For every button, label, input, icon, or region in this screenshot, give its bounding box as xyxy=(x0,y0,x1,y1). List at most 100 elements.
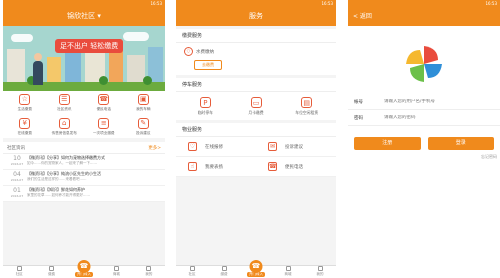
news-list: 10 2016-07 【微资讯】【分享】如何为宠物选择缴费方式 如今……你的宠物家人… xyxy=(3,154,165,202)
feature-grid: ☆ 生活缴费 ☰ 社区资讯 ☎ 便民电话 ▣ 我的车辆 ¥ 在线缴费 ⌂ 传售房信息发布 ≡… xyxy=(3,91,165,138)
property-label: 投诉建议 xyxy=(285,144,303,150)
grid-item-news[interactable]: ☰ 社区资讯 xyxy=(45,94,85,112)
account-input[interactable] xyxy=(384,99,484,104)
register-button[interactable]: 注册 xyxy=(354,137,421,150)
news-date: 10 2016-07 xyxy=(7,155,27,168)
property-label: 我要表扬 xyxy=(205,164,223,170)
tab-open-door[interactable]: ☎ 开门转入 xyxy=(68,260,100,278)
list-item[interactable]: 01 2016-07 【微资讯】【知识】鲜花如何养护 家里的花草……如何养才能开得更… xyxy=(3,186,165,202)
tree-shape xyxy=(143,76,152,85)
person-illustration xyxy=(33,53,43,85)
list-item[interactable]: 10 2016-07 【微资讯】【分享】如何为宠物选择缴费方式 如今……你的宠物家人… xyxy=(3,154,165,170)
tab-label: 我的 xyxy=(145,272,153,276)
house-icon: ⌂ xyxy=(58,118,70,129)
parking-item-monthly[interactable]: ▭ 月卡缴费 xyxy=(231,97,282,116)
tab-label: 商城 xyxy=(112,272,120,276)
news-day: 01 xyxy=(13,187,21,194)
payment-icon xyxy=(49,266,55,271)
community-selector[interactable]: 锦欣社区 ▾ xyxy=(67,12,101,20)
section-title: 停车服务 xyxy=(176,78,336,92)
tree-shape xyxy=(99,76,108,85)
grid-item-bill[interactable]: ≡ 一次项业缴费 xyxy=(84,118,124,136)
tab-open-door[interactable]: ☎ 开门转入 xyxy=(240,260,272,278)
grid-item-label: 投诉建议 xyxy=(136,131,151,135)
tab-label: 社区 xyxy=(15,272,23,276)
status-time: 16:53 xyxy=(150,1,162,6)
parking-item-lease[interactable]: ▤ 车位空闲租赁 xyxy=(281,97,332,116)
car-icon: ▣ xyxy=(137,94,149,105)
tab-label: 缴费 xyxy=(220,272,228,276)
tab-payment[interactable]: 缴费 xyxy=(208,266,240,278)
door-phone-icon: ☎ xyxy=(77,260,91,273)
cloud-shape xyxy=(11,34,33,42)
bill-icon: ≡ xyxy=(98,118,110,129)
tab-mine[interactable]: 我的 xyxy=(304,266,336,278)
tab-community[interactable]: 社区 xyxy=(176,266,208,278)
grid-item-car[interactable]: ▣ 我的车辆 xyxy=(124,94,164,112)
go-pay-button[interactable]: 去缴费 xyxy=(194,60,222,70)
property-item-suggest[interactable]: ✉ 投诉建议 xyxy=(256,137,336,157)
news-month: 2016-07 xyxy=(10,162,24,166)
back-button[interactable]: < 返回 xyxy=(353,7,372,26)
news-summary: 家里的花草……如何养才能开得更好…… xyxy=(27,193,90,197)
app-bar: < 返回 xyxy=(348,7,500,26)
bottom-tab-bar: 社区 缴费 ☎ 开门转入 商城 我的 xyxy=(3,260,165,278)
phone-icon: ☎ xyxy=(98,94,110,105)
news-section-title: 社区资讯 xyxy=(7,145,25,151)
tab-mall[interactable]: 商城 xyxy=(100,266,132,278)
app-logo xyxy=(404,44,444,84)
property-item-praise[interactable]: ☝ 我要表扬 xyxy=(176,157,256,177)
news-icon: ☰ xyxy=(58,94,70,105)
tab-mine[interactable]: 我的 xyxy=(133,266,165,278)
grid-item-label: 便民电话 xyxy=(96,107,111,111)
user-icon xyxy=(146,266,152,271)
suggest-icon: ✉ xyxy=(268,142,277,151)
property-item-phone[interactable]: ☎ 便民电话 xyxy=(256,157,336,177)
repair-icon: ♡ xyxy=(188,142,197,151)
grid-item-label: 我的车辆 xyxy=(136,107,151,111)
status-bar: 16:53 xyxy=(348,0,500,7)
grid-item-life-pay[interactable]: ☆ 生活缴费 xyxy=(5,94,45,112)
building-shape xyxy=(47,57,61,83)
tab-community[interactable]: 社区 xyxy=(3,266,35,278)
wallet-icon: ☆ xyxy=(19,94,31,105)
property-label: 在线报修 xyxy=(205,144,223,150)
property-label: 便民电话 xyxy=(285,164,303,170)
bottom-tab-bar: 社区 缴费 ☎ 开门转入 商城 我的 xyxy=(176,260,336,278)
grid-item-house[interactable]: ⌂ 传售房信息发布 xyxy=(45,118,85,136)
login-screen: 16:53 < 返回 帐号 密码 注册 登录 忘记密码 xyxy=(348,0,500,278)
news-day: 04 xyxy=(13,171,21,178)
parking-item-temp[interactable]: P 临时停车 xyxy=(180,97,231,116)
phone-icon: ☎ xyxy=(268,162,277,171)
water-fee-item[interactable]: ♢ 水费缴纳 xyxy=(184,47,214,56)
tab-label: 商城 xyxy=(284,272,292,276)
parking-section: 停车服务 P 临时停车 ▭ 月卡缴费 ▤ 车位空闲租赁 xyxy=(176,78,336,120)
grid-item-phone[interactable]: ☎ 便民电话 xyxy=(84,94,124,112)
home-screen: 16:53 锦欣社区 ▾ 足不出户 轻松缴费 ☆ 生活缴费 ☰ 社区资讯 ☎ 便民电话… xyxy=(3,0,165,278)
grid-item-complaint[interactable]: ✎ 投诉建议 xyxy=(124,118,164,136)
status-time: 16:53 xyxy=(321,1,333,6)
login-button[interactable]: 登录 xyxy=(427,137,494,150)
property-item-repair[interactable]: ♡ 在线报修 xyxy=(176,137,256,157)
list-item[interactable]: 04 2016-07 【微资讯】【分享】纯流小区先生的小生活 我们的生活是这样的……… xyxy=(3,170,165,186)
tab-payment[interactable]: 缴费 xyxy=(35,266,67,278)
thumbs-up-icon: ☝ xyxy=(188,162,197,171)
property-section: 物业服务 ♡ 在线报修 ✉ 投诉建议 ☝ 我要表扬 ☎ 便民电话 xyxy=(176,123,336,177)
login-buttons: 注册 登录 xyxy=(348,126,500,154)
user-icon xyxy=(317,266,323,271)
promo-banner[interactable]: 足不出户 轻松缴费 xyxy=(3,26,165,91)
news-more-link[interactable]: 更多> xyxy=(148,145,161,151)
password-label: 密码 xyxy=(354,115,363,121)
news-month: 2016-07 xyxy=(10,178,24,182)
community-title: 锦欣社区 xyxy=(67,12,96,20)
forgot-password-link[interactable]: 忘记密码 xyxy=(348,154,500,160)
grid-item-online-pay[interactable]: ¥ 在线缴费 xyxy=(5,118,45,136)
lease-icon: ▤ xyxy=(301,97,313,108)
password-input[interactable] xyxy=(384,115,484,120)
water-icon: ♢ xyxy=(184,47,193,56)
account-label: 帐号 xyxy=(354,99,363,105)
complaint-icon: ✎ xyxy=(137,118,149,129)
life-pay-section: 缴费服务 ♢ 水费缴纳 去缴费 xyxy=(176,29,336,75)
tab-mall[interactable]: 商城 xyxy=(272,266,304,278)
pinwheel-logo-icon xyxy=(406,46,442,82)
